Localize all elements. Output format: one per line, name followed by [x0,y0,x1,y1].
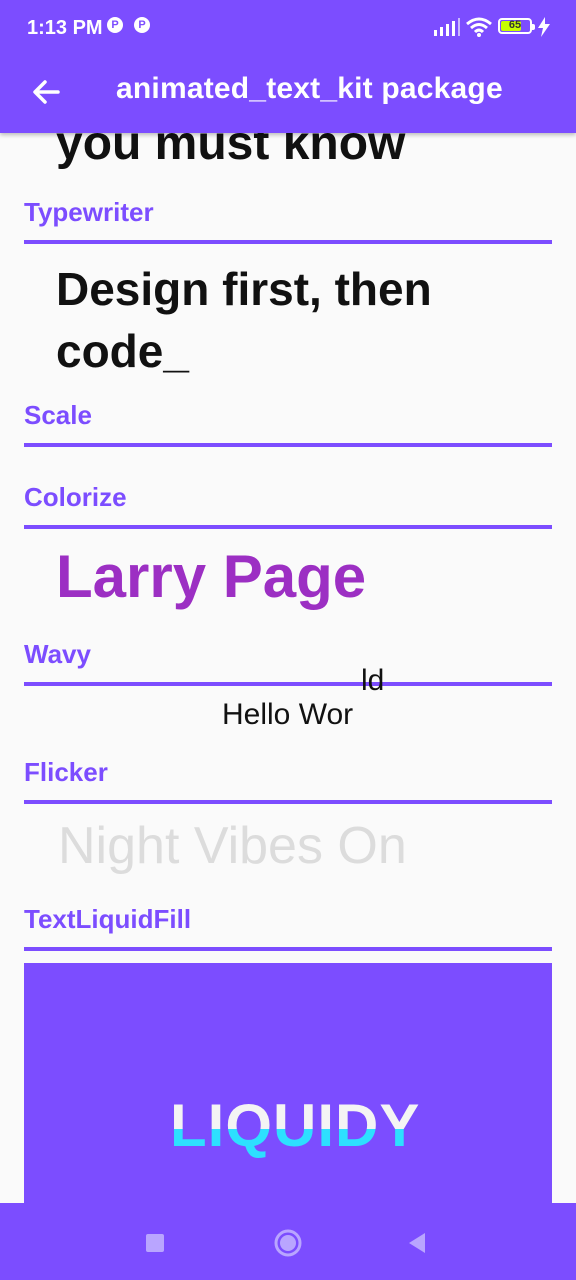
system-nav-bar [0,1203,576,1280]
section-divider [24,800,552,804]
back-arrow-icon[interactable] [28,74,64,110]
top-bar: 1:13 PM P P 65 animated_text_kit package [0,0,576,133]
section-label-wavy: Wavy [24,639,91,669]
section-label-typewriter: Typewriter [24,197,154,227]
wavy-text: Hello Wor [222,698,354,731]
section-divider [24,682,552,686]
section-label-colorize: Colorize [24,482,127,512]
section-label-flicker: Flicker [24,757,108,787]
wifi-icon [466,17,492,37]
status-time: 1:13 PM [27,17,103,39]
wavy-text-wave-segment: ld [361,664,385,697]
flicker-text: Night Vibes On [58,817,407,875]
liquid-fill-text: LIQUIDY [170,1092,421,1159]
typewriter-text: Design first, then code_ [56,263,432,377]
section-divider [24,947,552,951]
section-divider [24,443,552,447]
section-label-scale: Scale [24,400,92,430]
section-divider [24,240,552,244]
status-bar: 1:13 PM P P 65 [0,0,576,56]
battery-level: 65 [508,19,522,31]
signal-icon [434,18,460,36]
back-triangle-icon[interactable] [405,1231,429,1255]
colorize-text: Larry Page [56,543,367,610]
liquid-fill-box [24,963,552,1203]
recents-square-icon[interactable] [146,1234,164,1252]
page-title: animated_text_kit package [116,72,503,105]
home-circle-icon[interactable] [274,1229,302,1257]
section-divider [24,525,552,529]
charging-bolt-icon [538,17,550,37]
notification-icon: P [134,17,150,33]
notification-icon: P [107,17,123,33]
app-bar: animated_text_kit package [0,56,576,133]
battery-icon: 65 [498,18,535,34]
section-label-liquid: TextLiquidFill [24,904,192,934]
